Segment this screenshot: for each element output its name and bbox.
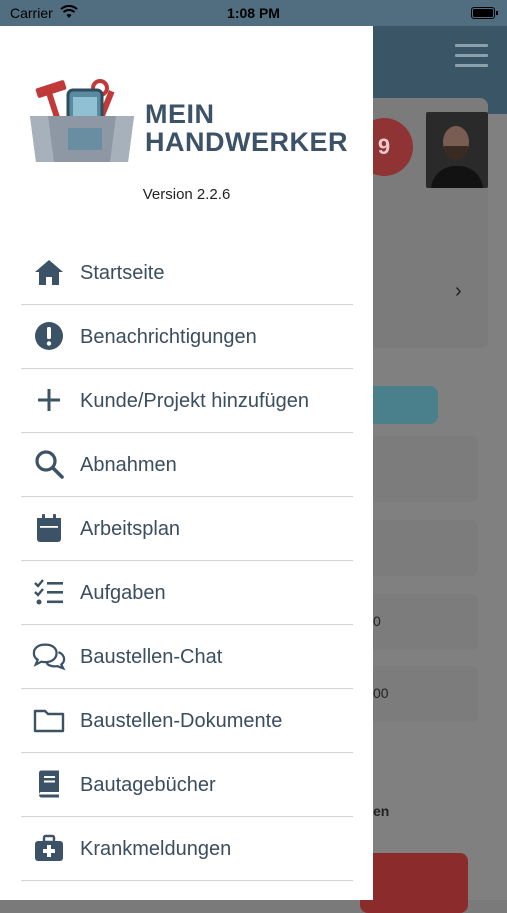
menu-item-startseite[interactable]: Startseite	[21, 241, 353, 305]
book-icon	[32, 769, 66, 799]
folder-icon	[32, 705, 66, 735]
menu-item-label: Aufgaben	[80, 582, 166, 604]
list-row[interactable]	[360, 520, 478, 576]
menu-item-baustellen-chat[interactable]: Baustellen-Chat	[21, 625, 353, 689]
menu-item-kunde-projekt[interactable]: Kunde/Projekt hinzufügen	[21, 369, 353, 433]
menu-item-label: Abnahmen	[80, 454, 177, 476]
menu-item-label: Baustellen-Dokumente	[80, 710, 283, 732]
menu-item-aufgaben[interactable]: Aufgaben	[21, 561, 353, 625]
home-icon	[32, 257, 66, 287]
menu-item-label: Bautagebücher	[80, 774, 216, 796]
row-value: 00	[373, 685, 389, 701]
menu-item-label: Startseite	[80, 262, 165, 284]
clock: 1:08 PM	[227, 5, 280, 21]
menu-item-arbeitsplan[interactable]: Arbeitsplan	[21, 497, 353, 561]
status-bar: Carrier 1:08 PM	[0, 0, 507, 26]
menu-item-label: Krankmeldungen	[80, 838, 232, 860]
brand-line-2: HANDWERKER	[145, 127, 348, 157]
plus-icon	[32, 385, 66, 415]
menu-item-label: Benachrichtigungen	[80, 326, 257, 348]
navigation-drawer: MEIN HANDWERKER Version 2.2.6 Startseite…	[0, 26, 373, 900]
alert-circle-icon	[32, 321, 66, 351]
menu-item-abnahmen[interactable]: Abnahmen	[21, 433, 353, 497]
list-row[interactable]	[360, 436, 478, 502]
drawer-menu: Startseite Benachrichtigungen Kunde/Proj…	[21, 241, 353, 881]
brand-line-1: MEIN	[145, 99, 215, 129]
menu-icon[interactable]	[455, 44, 488, 68]
search-icon	[32, 449, 66, 479]
menu-item-label: Baustellen-Chat	[80, 646, 223, 668]
menu-item-baustellen-dokumente[interactable]: Baustellen-Dokumente	[21, 689, 353, 753]
brand-title: MEIN HANDWERKER	[145, 100, 348, 156]
chevron-right-icon[interactable]: ›	[455, 280, 462, 303]
avatar[interactable]	[426, 112, 488, 188]
calendar-icon	[32, 513, 66, 543]
version-label: Version 2.2.6	[142, 186, 231, 203]
battery-icon	[471, 7, 498, 19]
menu-item-krankmeldungen[interactable]: Krankmeldungen	[21, 817, 353, 881]
checklist-icon	[32, 577, 66, 607]
medical-case-icon	[32, 833, 66, 863]
menu-item-label: Arbeitsplan	[80, 518, 181, 540]
section-label: en	[373, 803, 390, 819]
menu-item-benachrichtigungen[interactable]: Benachrichtigungen	[21, 305, 353, 369]
toolbox-logo-icon	[28, 76, 136, 166]
chat-icon	[32, 641, 66, 671]
row-value: 0	[373, 613, 381, 629]
action-button[interactable]	[360, 853, 468, 913]
menu-item-label: Kunde/Projekt hinzufügen	[80, 390, 310, 412]
menu-item-bautagebuecher[interactable]: Bautagebücher	[21, 753, 353, 817]
